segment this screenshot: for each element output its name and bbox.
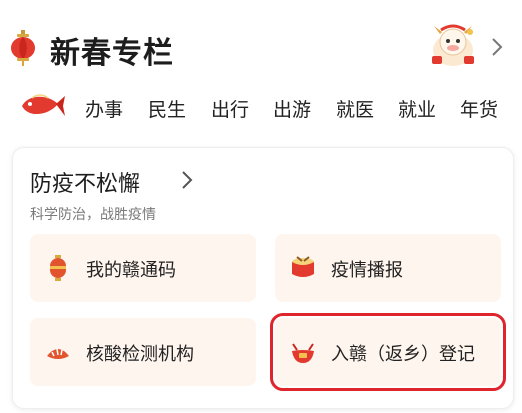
page: 新春专栏 办事 民生 出行 出游 就医 就业 年货 防疫不松懈 科学防治，战胜疫… [0, 0, 522, 413]
dumpling-icon [47, 348, 69, 359]
card-subtitle: 科学防治，战胜疫情 [30, 207, 156, 223]
category-row: 办事 民生 出行 出游 就医 就业 年货 [0, 88, 522, 128]
card-title[interactable]: 防疫不松懈 [30, 166, 140, 198]
bowl-icon [292, 343, 314, 363]
section-header[interactable]: 新春专栏 [0, 18, 522, 80]
tile-health-code[interactable]: 我的赣通码 [30, 234, 256, 302]
drum-icon [292, 256, 314, 277]
category-item[interactable]: 出行 [211, 95, 249, 122]
category-item[interactable]: 就医 [336, 95, 374, 122]
fish-icon[interactable] [18, 90, 66, 122]
category-item[interactable]: 出游 [273, 95, 311, 122]
ox-mascot-icon [432, 24, 474, 66]
tile-label: 核酸检测机构 [86, 344, 194, 365]
chevron-right-icon[interactable] [181, 170, 193, 190]
category-item[interactable]: 年货 [460, 95, 498, 122]
tile-nucleic-test[interactable]: 核酸检测机构 [30, 318, 256, 386]
epidemic-card: 防疫不松懈 科学防治，战胜疫情 我的赣通码 疫情播报 核酸检测机构 入赣（返乡）… [12, 147, 514, 409]
page-title: 新春专栏 [50, 36, 174, 71]
category-item[interactable]: 民生 [148, 95, 186, 122]
tile-label: 我的赣通码 [86, 260, 176, 281]
lantern-capsule-icon [50, 255, 66, 281]
category-item[interactable]: 办事 [85, 95, 123, 122]
chevron-right-icon[interactable] [490, 36, 504, 58]
lantern-icon [11, 30, 35, 66]
category-item[interactable]: 就业 [398, 95, 436, 122]
tile-label: 疫情播报 [331, 260, 403, 281]
tile-entry-registration[interactable]: 入赣（返乡）登记 [270, 313, 506, 391]
tile-label: 入赣（返乡）登记 [331, 344, 475, 365]
tile-epidemic-broadcast[interactable]: 疫情播报 [275, 234, 501, 302]
